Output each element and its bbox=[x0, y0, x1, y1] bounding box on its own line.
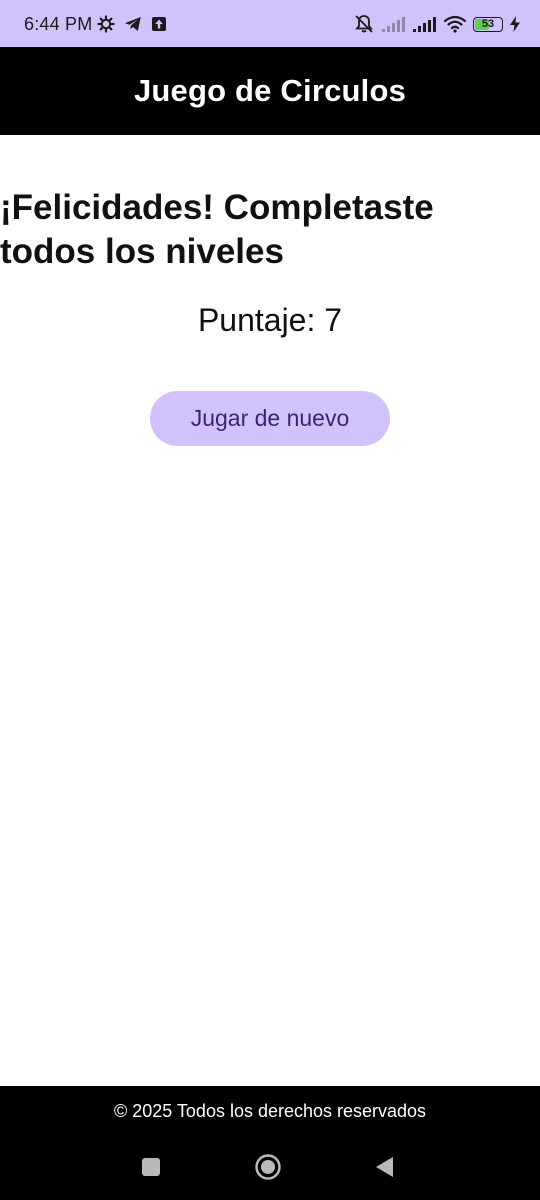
status-time: 6:44 PM bbox=[24, 14, 93, 34]
score-text: Puntaje: 7 bbox=[197, 302, 343, 338]
upload-icon bbox=[151, 16, 167, 32]
battery-level: 53 bbox=[481, 17, 495, 30]
congratulations-headline: ¡Felicidades! Completaste todos los nive… bbox=[0, 188, 434, 271]
system-nav-bar bbox=[0, 1146, 540, 1188]
status-right-icons: 53 bbox=[353, 14, 520, 34]
status-left-icons bbox=[97, 14, 167, 34]
recents-square-icon[interactable] bbox=[129, 1146, 173, 1188]
copyright-text: © 2025 Todos los derechos reservados bbox=[113, 1101, 427, 1121]
charging-icon bbox=[510, 16, 520, 32]
home-circle-icon[interactable] bbox=[246, 1146, 290, 1188]
battery-icon: 53 bbox=[473, 16, 503, 32]
settings-gear-icon bbox=[97, 15, 115, 33]
back-triangle-icon[interactable] bbox=[362, 1146, 406, 1188]
wifi-icon bbox=[444, 15, 466, 33]
app-bar: Juego de Circulos bbox=[0, 47, 540, 135]
signal-icon bbox=[382, 16, 406, 32]
telegram-icon bbox=[124, 16, 142, 32]
footer: © 2025 Todos los derechos reservados bbox=[0, 1086, 540, 1200]
signal-icon bbox=[413, 16, 437, 32]
status-bar: 6:44 PM 53 bbox=[0, 0, 540, 47]
app-title: Juego de Circulos bbox=[133, 73, 407, 108]
muted-bell-icon bbox=[353, 14, 375, 34]
play-again-button[interactable]: Jugar de nuevo bbox=[150, 391, 390, 446]
